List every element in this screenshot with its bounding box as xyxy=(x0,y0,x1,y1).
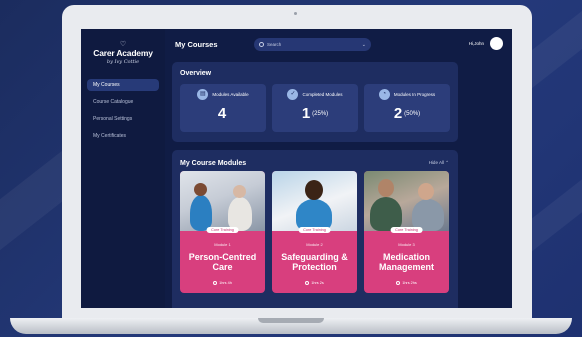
chevron-up-icon: ⌃ xyxy=(445,160,449,165)
module-photo xyxy=(272,171,357,231)
topbar: My Courses Search ⌄ Hi,John xyxy=(165,29,512,59)
stat-label: Modules Available xyxy=(212,92,249,97)
camera xyxy=(294,12,297,15)
modules-title: My Course Modules xyxy=(180,160,247,167)
module-number: Module 2 xyxy=(306,242,323,247)
sidebar: ♡ Carer Academy by Ivy Cottie My Courses… xyxy=(81,29,165,308)
module-title: Medication Management xyxy=(378,252,434,272)
search-icon xyxy=(259,42,264,47)
laptop-frame: ♡ Carer Academy by Ivy Cottie My Courses… xyxy=(62,5,532,318)
module-duration: 1hrs 4h xyxy=(180,281,265,285)
search-placeholder: Search xyxy=(267,42,282,47)
stat-value: 4 xyxy=(217,105,227,122)
sidebar-item-my-certificates[interactable]: My Certificates xyxy=(87,130,159,142)
module-tag: Core Training xyxy=(390,227,423,233)
module-photo xyxy=(364,171,449,231)
module-number: Module 3 xyxy=(398,242,415,247)
sidebar-item-my-courses[interactable]: My Courses xyxy=(87,79,159,91)
course-modules-panel: My Course Modules Hide All ⌃ Core Traini… xyxy=(172,150,458,308)
clock-icon xyxy=(396,281,401,285)
stat-label: Completed Modules xyxy=(302,92,343,97)
sidebar-item-personal-settings[interactable]: Personal Settings xyxy=(87,113,159,125)
stat-value: 2 (50%) xyxy=(393,105,421,122)
logo-heart-icon: ♡ xyxy=(119,41,127,48)
page-title: My Courses xyxy=(175,39,218,49)
user-greeting: Hi,John xyxy=(468,41,484,46)
app-screen: ♡ Carer Academy by Ivy Cottie My Courses… xyxy=(81,29,512,308)
search-input[interactable]: Search ⌄ xyxy=(254,38,371,51)
module-duration: 1hrs 2hs xyxy=(364,281,449,285)
module-photo xyxy=(180,171,265,231)
stat-completed-modules: ✓ Completed Modules 1 (25%) xyxy=(272,84,358,132)
module-card-3[interactable]: Core Training Module 3 Medication Manage… xyxy=(364,171,449,293)
sidebar-item-course-catalogue[interactable]: Course Catalogue xyxy=(87,96,159,108)
overview-title: Overview xyxy=(180,70,212,77)
module-title: Person-Centred Care xyxy=(188,252,257,272)
stat-value: 1 (25%) xyxy=(301,105,329,122)
logo: ♡ Carer Academy by Ivy Cottie xyxy=(87,41,159,65)
module-title: Safeguarding & Protection xyxy=(281,252,348,272)
module-number: Module 1 xyxy=(214,242,231,247)
module-tag: Core Training xyxy=(298,227,331,233)
hide-all-toggle[interactable]: Hide All ⌃ xyxy=(429,160,449,166)
overview-panel: Overview ▤ Modules Available 4 ✓ Complet… xyxy=(172,62,458,142)
stat-label: Modules In Progress xyxy=(393,92,436,97)
book-icon: ▤ xyxy=(197,89,209,100)
stat-modules-available: ▤ Modules Available 4 xyxy=(180,84,266,132)
avatar[interactable] xyxy=(490,37,503,50)
chevron-down-icon[interactable]: ⌄ xyxy=(362,42,366,48)
module-card-1[interactable]: Core Training Module 1 Person-Centred Ca… xyxy=(180,171,265,293)
progress-icon: ◔ xyxy=(378,89,390,100)
stat-modules-in-progress: ◔ Modules In Progress 2 (50%) xyxy=(364,84,450,132)
clock-icon xyxy=(305,281,310,285)
check-icon: ✓ xyxy=(287,89,299,100)
laptop-notch xyxy=(258,318,324,323)
module-card-2[interactable]: Core Training Module 2 Safeguarding & Pr… xyxy=(272,171,357,293)
laptop-base xyxy=(10,318,572,334)
module-tag: Core Training xyxy=(206,227,239,233)
logo-name: Carer Academy xyxy=(93,48,153,58)
main-content: My Courses Search ⌄ Hi,John Overview ▤ M… xyxy=(165,29,512,308)
clock-icon xyxy=(213,281,218,285)
logo-tagline: by Ivy Cottie xyxy=(106,59,140,65)
module-duration: 1hrs 2s xyxy=(272,281,357,285)
